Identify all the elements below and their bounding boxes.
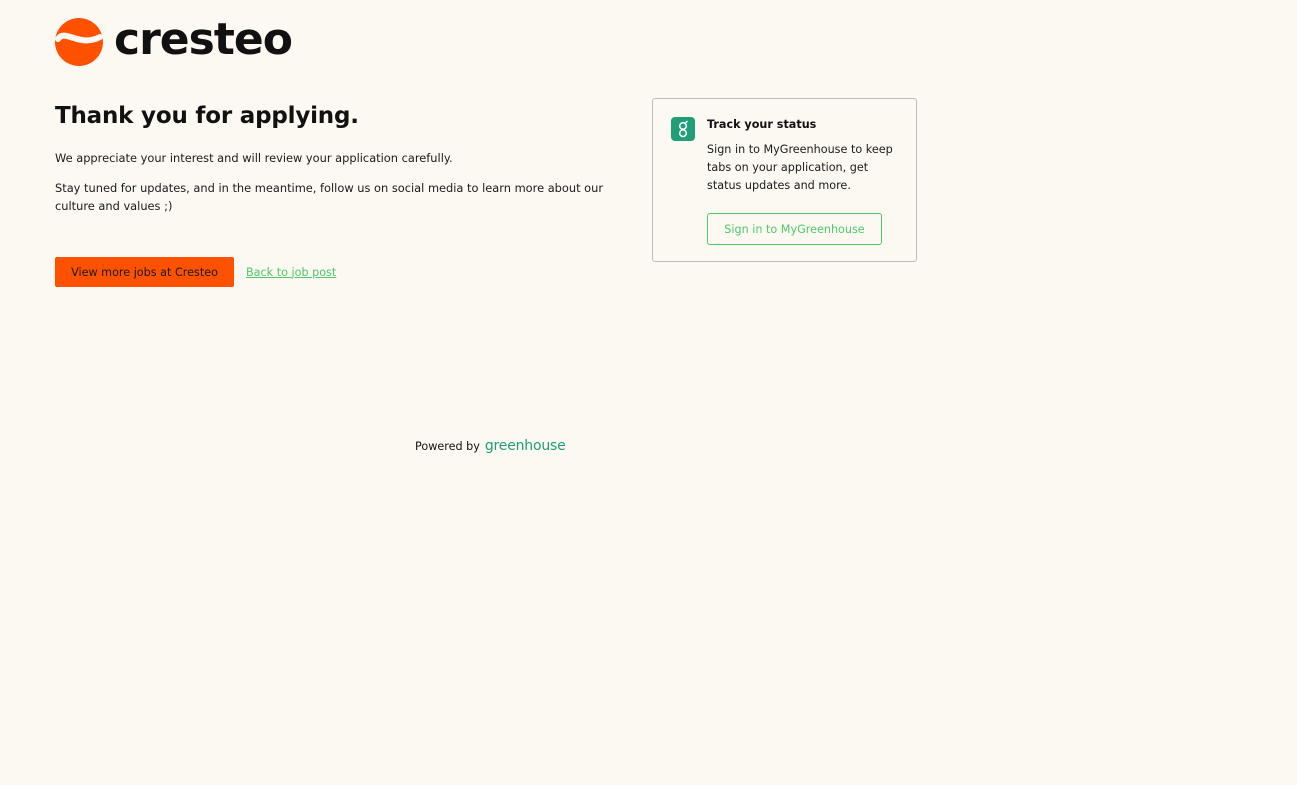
cresteo-logo[interactable]: cresteo <box>55 14 293 67</box>
greenhouse-logo-link[interactable]: greenhouse <box>485 438 566 454</box>
social-media-message: Stay tuned for updates, and in the meant… <box>55 181 604 213</box>
greenhouse-g-icon <box>671 117 695 141</box>
back-to-job-post-link[interactable]: Back to job post <box>246 266 336 279</box>
view-more-jobs-button[interactable]: View more jobs at Cresteo <box>55 257 234 287</box>
powered-by-label: Powered by <box>415 439 480 453</box>
powered-by-footer: Powered by greenhouse <box>415 438 566 454</box>
confirmation-message: We appreciate your interest and will rev… <box>55 151 453 165</box>
track-status-description: Sign in to MyGreenhouse to keep tabs on … <box>707 143 893 192</box>
sign-in-mygreenhouse-button[interactable]: Sign in to MyGreenhouse <box>707 213 882 245</box>
confirmation-content: Thank you for applying. We appreciate yo… <box>55 100 625 215</box>
confirmation-actions: View more jobs at Cresteo Back to job po… <box>55 257 336 287</box>
brand-name: cresteo <box>114 14 293 65</box>
page-title: Thank you for applying. <box>55 103 359 129</box>
cresteo-logo-icon <box>55 18 103 66</box>
track-status-title: Track your status <box>707 118 817 131</box>
track-status-card: Track your status Sign in to MyGreenhous… <box>652 98 917 262</box>
